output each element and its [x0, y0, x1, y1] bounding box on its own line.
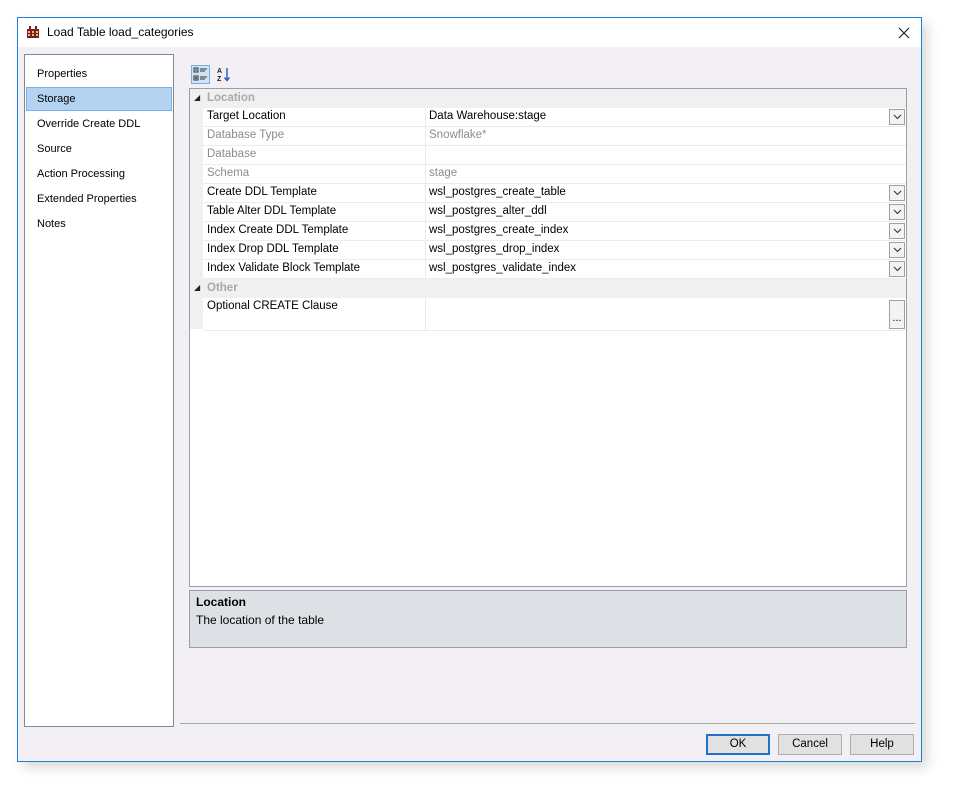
chevron-down-icon — [893, 190, 901, 196]
nav-item-action-processing[interactable]: Action Processing — [26, 162, 172, 186]
collapse-arrow-icon[interactable]: ◢ — [194, 283, 200, 292]
chevron-down-icon — [893, 114, 901, 120]
property-name: Database Type — [207, 129, 285, 141]
chevron-down-icon — [893, 209, 901, 215]
nav-item-source[interactable]: Source — [26, 137, 172, 161]
column-divider — [425, 298, 426, 330]
description-title: Location — [196, 595, 246, 609]
nav-item-storage[interactable]: Storage — [26, 87, 172, 111]
property-name: Database — [207, 148, 257, 160]
cancel-button[interactable]: Cancel — [778, 734, 842, 755]
nav-item-properties[interactable]: Properties — [26, 62, 172, 86]
category-label: Location — [207, 92, 255, 104]
property-name: Optional CREATE Clause — [207, 300, 338, 312]
column-divider — [425, 260, 426, 278]
svg-text:Z: Z — [217, 76, 222, 83]
column-divider — [425, 222, 426, 240]
ok-button[interactable]: OK — [706, 734, 770, 755]
categorized-icon — [193, 67, 207, 81]
nav-item-override-create-ddl[interactable]: Override Create DDL — [26, 112, 172, 136]
property-database-type: Database Type Snowflake* — [203, 127, 906, 146]
category-other[interactable]: ◢ Other — [190, 279, 906, 298]
column-divider — [425, 146, 426, 164]
property-name: Create DDL Template — [207, 186, 317, 198]
category-location[interactable]: ◢ Location — [190, 89, 906, 108]
dropdown-button[interactable] — [889, 185, 905, 201]
description-panel: Location The location of the table — [189, 590, 907, 648]
property-index-drop-ddl-template[interactable]: Index Drop DDL Template wsl_postgres_dro… — [203, 241, 906, 260]
section-nav: Properties Storage Override Create DDL S… — [24, 54, 174, 727]
button-separator — [180, 723, 915, 724]
collapse-arrow-icon[interactable]: ◢ — [194, 93, 200, 102]
chevron-down-icon — [893, 266, 901, 272]
property-value: stage — [429, 167, 458, 179]
property-name: Index Drop DDL Template — [207, 243, 339, 255]
close-button[interactable] — [887, 18, 921, 47]
property-schema: Schema stage — [203, 165, 906, 184]
dropdown-button[interactable] — [889, 242, 905, 258]
property-table-alter-ddl-template[interactable]: Table Alter DDL Template wsl_postgres_al… — [203, 203, 906, 222]
property-value[interactable]: Data Warehouse:stage — [429, 110, 546, 122]
property-name: Schema — [207, 167, 250, 179]
property-index-validate-block-template[interactable]: Index Validate Block Template wsl_postgr… — [203, 260, 906, 279]
dropdown-button[interactable] — [889, 261, 905, 277]
category-label: Other — [207, 282, 238, 294]
property-value: Snowflake* — [429, 129, 487, 141]
dropdown-button[interactable] — [889, 109, 905, 125]
property-create-ddl-template[interactable]: Create DDL Template wsl_postgres_create_… — [203, 184, 906, 203]
ellipsis-button[interactable]: ... — [889, 300, 905, 329]
property-value[interactable]: wsl_postgres_validate_index — [429, 262, 576, 274]
property-value[interactable]: wsl_postgres_create_index — [429, 224, 568, 236]
column-divider — [425, 108, 426, 126]
help-button[interactable]: Help — [850, 734, 914, 755]
dialog-window: Load Table load_categories Properties St… — [17, 17, 922, 762]
description-text: The location of the table — [196, 613, 325, 627]
window-title: Load Table load_categories — [47, 25, 194, 39]
chevron-down-icon — [893, 228, 901, 234]
property-value[interactable]: wsl_postgres_create_table — [429, 186, 566, 198]
nav-item-extended-properties[interactable]: Extended Properties — [26, 187, 172, 211]
nav-item-notes[interactable]: Notes — [26, 212, 172, 236]
property-value[interactable]: wsl_postgres_drop_index — [429, 243, 559, 255]
column-divider — [425, 184, 426, 202]
property-index-create-ddl-template[interactable]: Index Create DDL Template wsl_postgres_c… — [203, 222, 906, 241]
property-name: Target Location — [207, 110, 286, 122]
title-bar[interactable]: Load Table load_categories — [18, 18, 921, 47]
property-name: Index Validate Block Template — [207, 262, 360, 274]
property-name: Index Create DDL Template — [207, 224, 349, 236]
property-value[interactable]: wsl_postgres_alter_ddl — [429, 205, 547, 217]
dropdown-button[interactable] — [889, 223, 905, 239]
property-grid: ◢ Location Target Location Data Warehous… — [189, 88, 907, 587]
column-divider — [425, 127, 426, 145]
column-divider — [425, 165, 426, 183]
chevron-down-icon — [893, 247, 901, 253]
column-divider — [425, 241, 426, 259]
alphabetical-sort-button[interactable]: A Z — [214, 65, 233, 84]
categorized-view-button[interactable] — [191, 65, 210, 84]
column-divider — [425, 203, 426, 221]
app-icon — [27, 26, 39, 38]
sort-alphabetical-icon: A Z — [217, 68, 231, 83]
property-optional-create-clause[interactable]: Optional CREATE Clause ... — [203, 298, 906, 331]
dropdown-button[interactable] — [889, 204, 905, 220]
property-name: Table Alter DDL Template — [207, 205, 337, 217]
close-icon — [898, 27, 910, 38]
property-target-location[interactable]: Target Location Data Warehouse:stage — [203, 108, 906, 127]
svg-text:A: A — [217, 68, 222, 75]
property-database: Database — [203, 146, 906, 165]
